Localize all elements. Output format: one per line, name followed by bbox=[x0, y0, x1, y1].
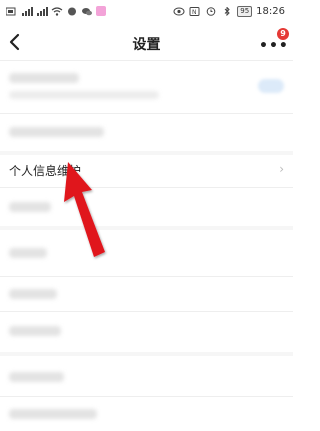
menu-row-blurred[interactable] bbox=[0, 312, 293, 352]
status-left-icons bbox=[6, 6, 106, 16]
red-pointer-arrow-icon bbox=[64, 162, 105, 257]
sim-icon bbox=[6, 7, 16, 15]
more-button[interactable]: ••• 9 bbox=[259, 28, 289, 54]
wifi-icon bbox=[51, 6, 63, 16]
status-bar: N 95 18:26 bbox=[0, 0, 293, 26]
menu-row-blurred[interactable] bbox=[0, 188, 293, 226]
menu-row-blurred[interactable] bbox=[0, 356, 293, 396]
svg-text:N: N bbox=[192, 9, 197, 16]
clock: 18:26 bbox=[256, 6, 285, 17]
blurred-text bbox=[9, 326, 61, 336]
page-title: 设置 bbox=[132, 37, 161, 53]
menu-row-blurred[interactable] bbox=[0, 397, 293, 431]
signal-icon bbox=[37, 6, 48, 16]
signal-icon bbox=[22, 6, 33, 16]
app-icon bbox=[96, 6, 106, 16]
wechat-icon bbox=[82, 7, 92, 15]
blurred-text bbox=[9, 91, 159, 99]
nfc-icon: N bbox=[189, 7, 200, 16]
menu-row-blurred[interactable] bbox=[0, 114, 293, 151]
blurred-text bbox=[9, 372, 64, 382]
more-dots-icon: ••• bbox=[259, 38, 289, 54]
blurred-text bbox=[9, 127, 104, 137]
menu-row-blurred[interactable] bbox=[0, 230, 293, 276]
battery-level: 95 bbox=[237, 6, 253, 17]
chevron-right-icon: › bbox=[279, 162, 284, 176]
blurred-text bbox=[9, 289, 57, 299]
eye-icon bbox=[173, 7, 185, 16]
title-bar: 设置 ••• 9 bbox=[0, 26, 293, 60]
blurred-button bbox=[258, 79, 284, 93]
menu-row-blurred[interactable] bbox=[0, 277, 293, 311]
notification-badge: 9 bbox=[277, 28, 289, 40]
status-right-icons: N 95 18:26 bbox=[173, 6, 285, 17]
blurred-text bbox=[9, 202, 51, 212]
blurred-text bbox=[9, 248, 47, 258]
message-icon bbox=[68, 7, 76, 15]
blurred-text bbox=[9, 409, 97, 419]
personal-info-row[interactable]: 个人信息维护 › bbox=[0, 155, 293, 187]
bluetooth-icon bbox=[224, 7, 230, 16]
account-row-blurred[interactable] bbox=[0, 61, 293, 113]
alarm-icon bbox=[206, 7, 216, 16]
blurred-text bbox=[9, 73, 79, 83]
